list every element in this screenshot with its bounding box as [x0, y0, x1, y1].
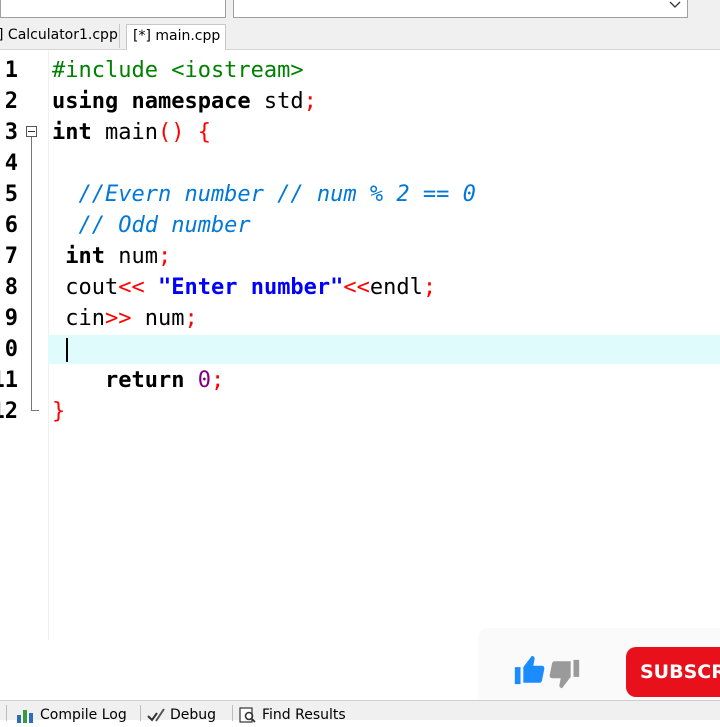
- code-token: () {: [157, 120, 211, 145]
- code-line[interactable]: cin>> num;: [52, 303, 198, 334]
- code-token: using namespace: [52, 89, 264, 114]
- tab-label: Compile Log: [40, 707, 127, 723]
- code-line[interactable]: int main() {: [52, 117, 211, 148]
- chevron-down-icon: [669, 1, 681, 8]
- line-number: 3: [4, 120, 18, 145]
- code-token: >>: [104, 306, 145, 331]
- code-token: 0: [197, 368, 211, 393]
- line-number: 12: [0, 399, 18, 424]
- code-token: cout: [52, 275, 119, 300]
- line-number-gutter: 1 2 3 4 5 6 7 8 9 0 11 12: [0, 50, 49, 640]
- code-token: cin: [52, 306, 105, 331]
- tab-find-results[interactable]: Find Results: [238, 703, 346, 723]
- code-token: //Evern number // num % 2 == 0: [52, 182, 476, 207]
- line-number: 2: [4, 89, 18, 114]
- code-line[interactable]: //Evern number // num % 2 == 0: [52, 179, 476, 210]
- editor-tabs: ] Calculator1.cpp [*] main.cpp: [0, 20, 720, 50]
- code-line[interactable]: using namespace std;: [52, 86, 317, 117]
- tab-divider: [6, 705, 7, 721]
- code-token: }: [52, 399, 66, 424]
- code-token: // Odd number: [52, 213, 251, 238]
- code-line[interactable]: int num;: [52, 241, 171, 272]
- fold-guide-line: [31, 137, 32, 410]
- code-token: ;: [422, 275, 437, 300]
- code-token: num: [144, 306, 185, 331]
- subscribe-button[interactable]: SUBSCRIBE: [626, 647, 720, 697]
- code-token: ;: [184, 306, 198, 331]
- line-number: 7: [4, 244, 18, 269]
- bar-chart-icon: [17, 710, 33, 723]
- line-number: 9: [4, 306, 18, 331]
- tab-label: Debug: [170, 707, 217, 723]
- code-token: <<: [118, 275, 158, 300]
- code-token: ;: [303, 89, 317, 114]
- function-dropdown[interactable]: [233, 0, 688, 18]
- pencil-check-icon: [147, 708, 165, 722]
- tab-calculator1[interactable]: ] Calculator1.cpp: [0, 24, 120, 48]
- toolbar-combos: [0, 0, 720, 20]
- code-token: return: [52, 368, 198, 393]
- line-number: 1: [4, 58, 18, 83]
- line-number: 8: [4, 275, 18, 300]
- code-token: int: [52, 120, 105, 145]
- bottom-panel-tabs: Compile Log Debug Find Results: [0, 700, 720, 723]
- text-caret: [66, 338, 68, 362]
- line-number: 0: [4, 337, 18, 362]
- code-token: #include <iostream>: [52, 58, 304, 83]
- line-number: 4: [4, 151, 18, 176]
- code-token: <<: [343, 275, 370, 300]
- code-token: endl: [369, 275, 423, 300]
- code-editor[interactable]: 1 2 3 4 5 6 7 8 9 0 11 12 #include <iost…: [0, 50, 720, 640]
- tab-label: Find Results: [262, 707, 346, 723]
- code-line[interactable]: // Odd number: [52, 210, 251, 241]
- code-token: ;: [210, 368, 225, 393]
- thumbs-up-icon[interactable]: [512, 653, 546, 687]
- code-line[interactable]: }: [52, 396, 65, 427]
- code-line[interactable]: return 0;: [52, 365, 224, 396]
- code-token: ;: [157, 244, 172, 269]
- scope-dropdown[interactable]: [0, 0, 226, 18]
- line-number: 11: [0, 368, 18, 393]
- fold-collapse-icon[interactable]: [26, 126, 37, 137]
- tab-divider: [232, 705, 233, 721]
- find-results-icon: [239, 707, 256, 723]
- code-token: num: [118, 244, 158, 269]
- code-token: main: [104, 120, 158, 145]
- code-token: std: [263, 89, 304, 114]
- tab-compile-log[interactable]: Compile Log: [16, 703, 127, 723]
- code-line[interactable]: cout<< "Enter number"<<endl;: [52, 272, 436, 303]
- code-token: "Enter number": [157, 275, 344, 300]
- code-line[interactable]: #include <iostream>: [52, 55, 304, 86]
- fold-end-marker: [31, 410, 39, 411]
- line-number: 6: [4, 213, 18, 238]
- tab-main[interactable]: [*] main.cpp: [126, 24, 226, 50]
- code-token: int: [52, 244, 119, 269]
- tab-divider: [140, 705, 141, 721]
- tab-debug[interactable]: Debug: [146, 703, 216, 723]
- line-number: 5: [4, 182, 18, 207]
- thumbs-down-icon[interactable]: [548, 657, 582, 691]
- current-line-highlight: [48, 335, 720, 364]
